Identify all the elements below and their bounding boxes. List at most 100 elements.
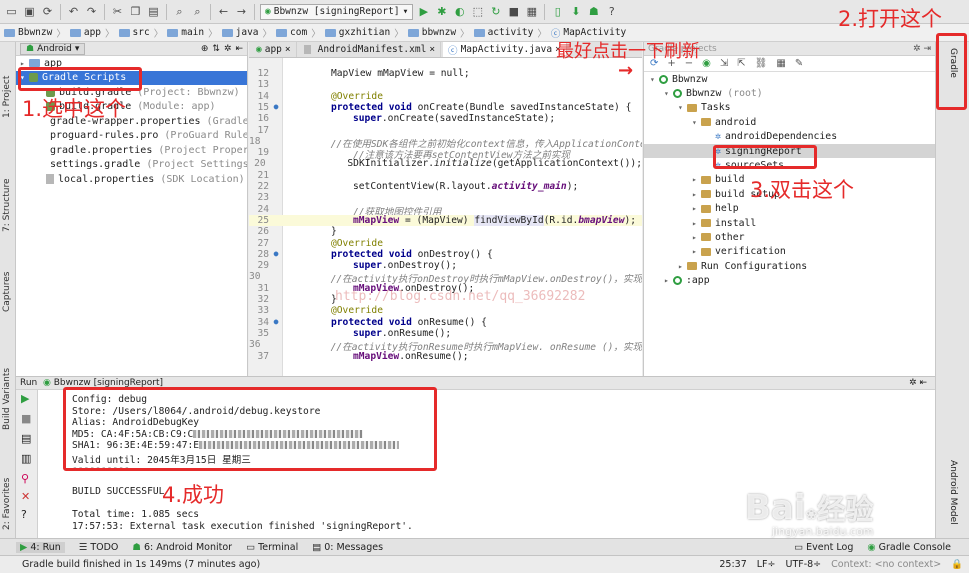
execute-task-icon[interactable]: ◉ <box>702 58 711 69</box>
gradle-tree-item[interactable]: ▸ verification <box>644 245 935 259</box>
open-folder-icon[interactable]: ▭ <box>4 4 19 19</box>
hide-icon[interactable]: ⇥ <box>923 44 931 54</box>
tab-android-monitor[interactable]: ☗ 6: Android Monitor <box>132 542 232 553</box>
expand-all-icon[interactable]: ⇲ <box>720 58 728 69</box>
toggle-view-icon[interactable]: ▥ <box>21 452 31 465</box>
tree-item[interactable]: proguard-rules.pro (ProGuard Rules <box>16 129 247 144</box>
breadcrumb-item[interactable]: gxzhitian <box>324 27 390 38</box>
coverage-icon[interactable]: ◐ <box>452 4 467 19</box>
android-device-monitor-icon[interactable]: ☗ <box>586 4 601 19</box>
tree-item[interactable]: gradle.properties (Project Properti <box>16 143 247 158</box>
project-tool-button[interactable]: 1: Project <box>2 76 12 118</box>
breadcrumb-item[interactable]: src <box>118 27 150 38</box>
pin-icon[interactable]: ⚲ <box>21 472 29 485</box>
settings-icon[interactable]: ✲ <box>913 44 921 54</box>
rerun-icon[interactable]: ▶ <box>21 392 29 405</box>
gradle-tree-item[interactable]: ▸:app <box>644 273 935 287</box>
run-icon[interactable]: ▶ <box>416 4 431 19</box>
gradle-tree-item[interactable]: ▾ Tasks <box>644 101 935 115</box>
captures-tool-button[interactable]: Captures <box>2 272 12 312</box>
tab-run[interactable]: ▶ 4: Run <box>16 541 65 553</box>
breadcrumb-item[interactable]: activity <box>473 27 533 38</box>
target-icon[interactable]: ⊕ <box>201 44 209 54</box>
gradle-tree-item[interactable]: ▾ Bbwnzw (root) <box>644 86 935 100</box>
override-marker-icon[interactable]: ● <box>269 317 283 328</box>
gradle-settings-icon[interactable]: ✎ <box>795 58 803 69</box>
build-variants-tool-button[interactable]: Build Variants <box>2 368 12 430</box>
collapse-icon[interactable]: ⇅ <box>212 44 220 54</box>
tab-messages[interactable]: ▤ 0: Messages <box>312 542 383 553</box>
forward-icon[interactable]: → <box>234 4 249 19</box>
breadcrumb-item[interactable]: com <box>276 27 307 38</box>
sync-icon[interactable]: ⟳ <box>40 4 55 19</box>
replace-icon[interactable]: ⌕ <box>190 4 205 19</box>
stop-icon[interactable]: ■ <box>21 412 31 425</box>
favorites-tool-button[interactable]: 2: Favorites <box>2 478 12 530</box>
gradle-tree-item[interactable]: ▸ other <box>644 230 935 244</box>
tree-item[interactable]: local.properties (SDK Location) <box>16 172 247 187</box>
structure-tool-button[interactable]: 7: Structure <box>2 179 12 233</box>
collapse-all-icon[interactable]: ⇱ <box>737 58 745 69</box>
close-icon[interactable]: × <box>429 44 435 55</box>
settings-icon[interactable]: ✲ <box>909 378 917 388</box>
status-message[interactable]: Gradle build finished in 1s 149ms (7 min… <box>22 559 260 570</box>
settings-icon[interactable]: ✲ <box>224 44 232 54</box>
line-separator[interactable]: LF÷ <box>757 559 776 570</box>
help-icon[interactable]: ? <box>21 508 27 521</box>
back-icon[interactable]: ← <box>216 4 231 19</box>
breadcrumb-item[interactable]: bbwnzw <box>407 27 456 38</box>
avd-manager-icon[interactable]: ▯ <box>550 4 565 19</box>
folder-icon <box>407 28 419 37</box>
android-model-tool-button[interactable]: Android Model <box>948 460 958 525</box>
rerun-icon[interactable]: ↻ <box>488 4 503 19</box>
breadcrumb-item[interactable]: java <box>221 27 259 38</box>
tab-map-activity[interactable]: ⓒ MapActivity.java × <box>443 42 567 57</box>
tree-item[interactable]: settings.gradle (Project Settings) <box>16 158 247 173</box>
override-marker-icon[interactable]: ● <box>269 249 283 260</box>
offline-icon[interactable]: ▦ <box>776 58 785 69</box>
cut-icon[interactable]: ✂ <box>110 4 125 19</box>
context-indicator[interactable]: Context: <no context> <box>831 559 941 570</box>
redo-icon[interactable]: ↷ <box>84 4 99 19</box>
project-view-select[interactable]: ☗ Android ▾ <box>20 42 86 55</box>
tab-todo[interactable]: ☰ TODO <box>79 542 119 553</box>
attach-debugger-icon[interactable]: ⬚ <box>470 4 485 19</box>
close-icon[interactable]: ✕ <box>21 490 30 503</box>
copy-icon[interactable]: ❐ <box>128 4 143 19</box>
tab-event-log[interactable]: ▭ Event Log <box>794 542 853 553</box>
gradle-tree-item[interactable]: ▸ Run Configurations <box>644 259 935 273</box>
paste-icon[interactable]: ▤ <box>146 4 161 19</box>
debug-icon[interactable]: ✱ <box>434 4 449 19</box>
breadcrumb-item[interactable]: main <box>167 27 204 38</box>
hide-icon[interactable]: ⇤ <box>919 378 927 388</box>
link-icon[interactable]: ⛓ <box>755 58 768 69</box>
gradle-tree-item[interactable]: ▸ install <box>644 216 935 230</box>
stop-icon[interactable]: ■ <box>506 4 521 19</box>
caret-position[interactable]: 25:37 <box>719 559 746 570</box>
hide-icon[interactable]: ⇤ <box>235 44 243 54</box>
breadcrumb-item[interactable]: app <box>69 27 101 38</box>
gradle-task[interactable]: ✲ androidDependencies <box>644 130 935 144</box>
override-marker-icon[interactable]: ● <box>269 102 283 113</box>
lock-icon[interactable]: 🔒 <box>951 559 963 570</box>
code-editor[interactable]: 12 MapView mMapView = null; 13 14 @Overrid… <box>249 58 642 376</box>
tab-app[interactable]: ◉ app × <box>251 42 297 57</box>
breadcrumb-item[interactable]: Bbwnzw <box>4 27 52 38</box>
file-encoding[interactable]: UTF-8÷ <box>785 559 821 570</box>
save-icon[interactable]: ▣ <box>22 4 37 19</box>
run-config-select[interactable]: ◉ Bbwnzw [signingReport] ▾ <box>260 3 414 20</box>
paw-icon: ❀ <box>805 507 818 523</box>
undo-icon[interactable]: ↶ <box>66 4 81 19</box>
android-icon: ☗ <box>26 43 35 54</box>
gradle-tree-item[interactable]: ▾ android <box>644 115 935 129</box>
gradle-tree-item[interactable]: ▾ Bbwnzw <box>644 72 935 86</box>
restore-layout-icon[interactable]: ▤ <box>21 432 31 445</box>
help-icon[interactable]: ? <box>604 4 619 19</box>
close-icon[interactable]: × <box>285 44 291 55</box>
tab-terminal[interactable]: ▭ Terminal <box>246 542 298 553</box>
sdk-manager-icon[interactable]: ⬇ <box>568 4 583 19</box>
find-icon[interactable]: ⌕ <box>172 4 187 19</box>
tab-gradle-console[interactable]: ◉ Gradle Console <box>867 542 969 553</box>
profile-icon[interactable]: ▦ <box>524 4 539 19</box>
tab-android-manifest[interactable]: AndroidManifest.xml × <box>299 42 442 57</box>
